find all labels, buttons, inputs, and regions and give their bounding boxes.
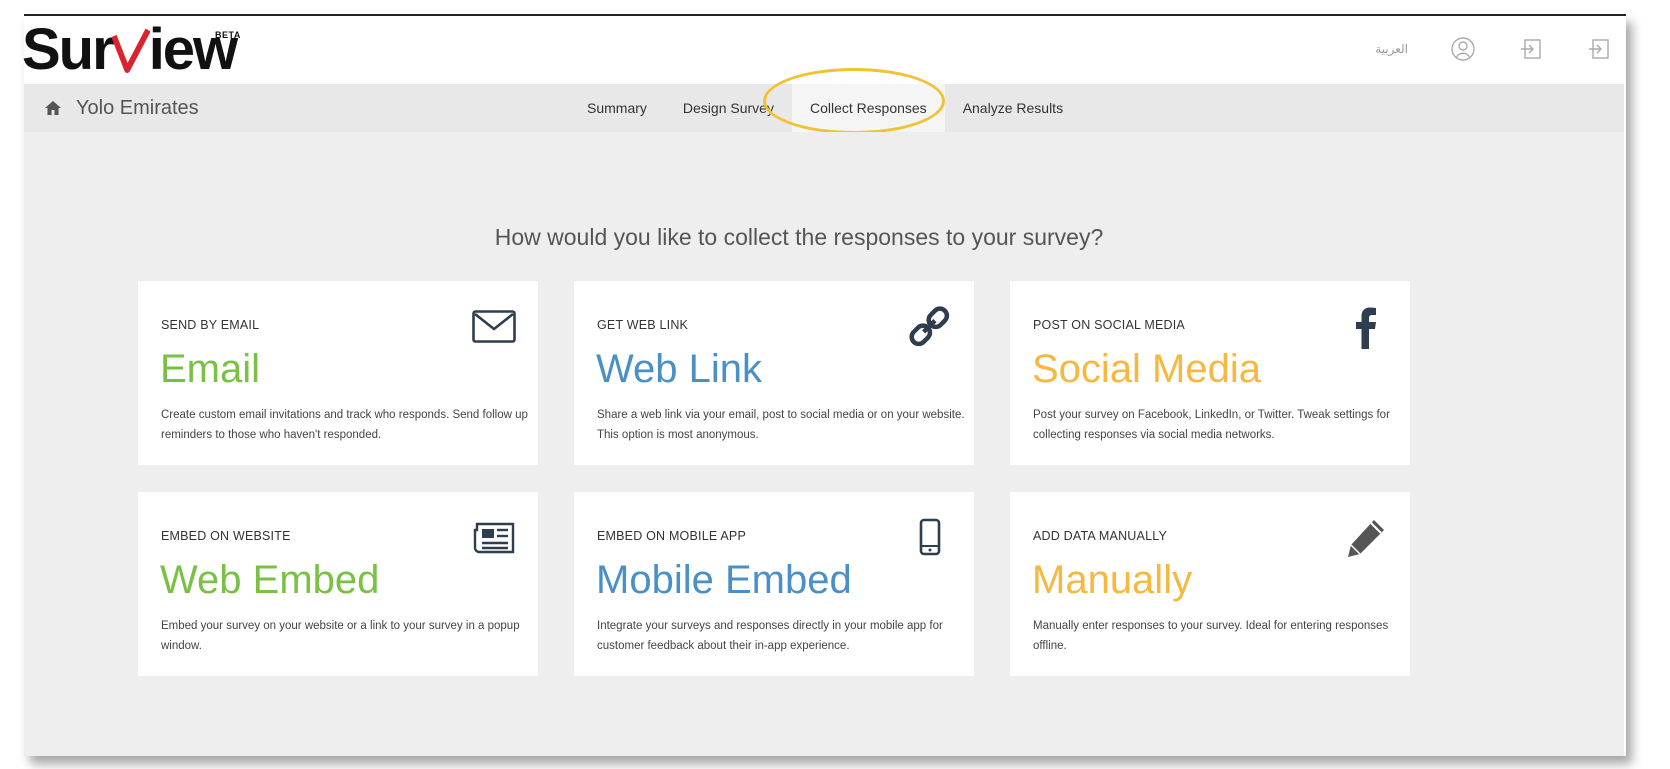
mobile-phone-icon bbox=[908, 516, 952, 560]
card-description: Post your survey on Facebook, LinkedIn, … bbox=[1033, 409, 1390, 441]
card-kicker: SEND BY EMAIL bbox=[161, 318, 260, 332]
card-web-embed[interactable]: EMBED ON WEBSITE Web Embed Embed your su… bbox=[138, 492, 538, 676]
card-kicker: EMBED ON WEBSITE bbox=[161, 529, 291, 543]
pencil-icon bbox=[1344, 516, 1388, 560]
logo-beta-badge: BETA bbox=[215, 30, 241, 40]
survey-tabs: Summary Design Survey Collect Responses … bbox=[569, 84, 1081, 132]
card-title: Manually bbox=[1032, 558, 1193, 602]
card-mobile-embed[interactable]: EMBED ON MOBILE APP Mobile Embed Integra… bbox=[574, 492, 974, 676]
card-title: Mobile Embed bbox=[596, 558, 852, 602]
card-description: Manually enter responses to your survey.… bbox=[1033, 620, 1389, 652]
card-kicker: ADD DATA MANUALLY bbox=[1033, 529, 1167, 543]
tab-analyze-results[interactable]: Analyze Results bbox=[945, 84, 1081, 132]
link-icon bbox=[908, 305, 952, 349]
surview-logo[interactable]: Sur iew BETA bbox=[22, 17, 240, 82]
logo-text-sur: Sur bbox=[22, 17, 115, 82]
language-switch-link[interactable]: العربية bbox=[1375, 42, 1408, 56]
card-description: Create custom email invitations and trac… bbox=[161, 409, 528, 441]
card-description: Embed your survey on your website or a l… bbox=[161, 620, 520, 652]
card-title: Social Media bbox=[1032, 347, 1262, 391]
card-kicker: POST ON SOCIAL MEDIA bbox=[1033, 318, 1185, 332]
header-actions: العربية bbox=[1375, 36, 1612, 62]
facebook-icon bbox=[1344, 305, 1388, 349]
tab-collect-responses[interactable]: Collect Responses bbox=[791, 84, 945, 132]
card-description: Share a web link via your email, post to… bbox=[597, 409, 965, 441]
card-web-link[interactable]: GET WEB LINK Web Link Share a web link v… bbox=[574, 281, 974, 465]
logo-text-iew: iew bbox=[148, 17, 238, 82]
user-circle-icon[interactable] bbox=[1450, 36, 1476, 62]
breadcrumb: Yolo Emirates bbox=[44, 84, 199, 132]
card-description: Integrate your surveys and responses dir… bbox=[597, 620, 943, 652]
card-title: Web Embed bbox=[160, 558, 380, 602]
app-window: Sur iew BETA العربية Yolo Emirates Summa… bbox=[22, 14, 1626, 756]
tab-summary[interactable]: Summary bbox=[569, 84, 665, 132]
survey-name[interactable]: Yolo Emirates bbox=[76, 97, 199, 120]
envelope-icon bbox=[472, 305, 516, 349]
card-kicker: GET WEB LINK bbox=[597, 318, 689, 332]
card-email[interactable]: SEND BY EMAIL Email Create custom email … bbox=[138, 281, 538, 465]
collect-responses-panel: How would you like to collect the respon… bbox=[24, 132, 1624, 756]
page-question: How would you like to collect the respon… bbox=[494, 224, 1104, 250]
sign-in-icon[interactable] bbox=[1518, 36, 1544, 62]
card-social-media[interactable]: POST ON SOCIAL MEDIA Social Media Post y… bbox=[1010, 281, 1410, 465]
logo-text-v bbox=[111, 28, 150, 80]
top-header: Sur iew BETA العربية bbox=[22, 16, 1626, 84]
tab-design-survey[interactable]: Design Survey bbox=[665, 84, 792, 132]
card-manually[interactable]: ADD DATA MANUALLY Manually Manually ente… bbox=[1010, 492, 1410, 676]
survey-navbar: Yolo Emirates Summary Design Survey Coll… bbox=[24, 84, 1624, 132]
home-icon[interactable] bbox=[44, 99, 62, 117]
newspaper-icon bbox=[472, 516, 516, 560]
card-title: Email bbox=[160, 347, 261, 391]
sign-out-icon[interactable] bbox=[1586, 36, 1612, 62]
card-title: Web Link bbox=[596, 347, 763, 391]
card-kicker: EMBED ON MOBILE APP bbox=[597, 529, 746, 543]
